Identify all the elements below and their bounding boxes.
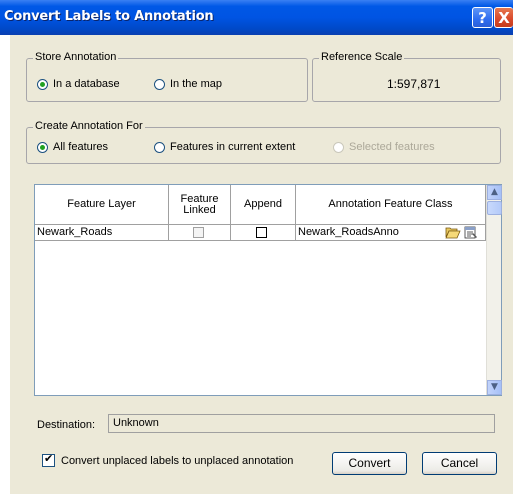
destination-label: Destination: [37, 419, 96, 431]
store-annotation-group: Store Annotation In a database In the ma… [26, 51, 308, 102]
radio-dot[interactable] [154, 141, 165, 153]
reference-scale-legend: Reference Scale [319, 51, 405, 63]
cancel-button[interactable]: Cancel [422, 452, 497, 475]
column-header-feature-layer[interactable]: Feature Layer [35, 185, 169, 225]
properties-icon[interactable] [464, 226, 478, 241]
radio-label: Selected features [349, 141, 435, 153]
title-bar[interactable]: Convert Labels to Annotation ? X [0, 0, 513, 35]
radio-label: In a database [53, 78, 120, 90]
destination-field: Unknown [108, 414, 495, 433]
layer-grid[interactable]: Feature Layer Feature Linked Append Anno… [34, 184, 502, 396]
reference-scale-group: Reference Scale 1:597,871 [312, 51, 501, 102]
create-annotation-for-legend: Create Annotation For [33, 120, 145, 132]
help-button[interactable]: ? [472, 7, 493, 28]
cell-annotation-feature-class[interactable]: Newark_RoadsAnno [296, 225, 486, 241]
radio-label: All features [53, 141, 109, 153]
radio-dot-checked[interactable] [37, 78, 48, 90]
radio-dot[interactable] [154, 78, 165, 90]
convert-unplaced-checkbox[interactable]: Convert unplaced labels to unplaced anno… [42, 452, 294, 467]
column-header-annotation-feature-class[interactable]: Annotation Feature Class [296, 185, 486, 225]
cell-feature-linked [169, 225, 231, 241]
convert-unplaced-label: Convert unplaced labels to unplaced anno… [61, 454, 294, 467]
column-header-append[interactable]: Append [231, 185, 296, 225]
radio-in-map[interactable]: In the map [154, 78, 222, 90]
close-button[interactable]: X [494, 7, 513, 28]
feature-linked-checkbox [193, 227, 204, 238]
checkbox-checked[interactable] [42, 452, 55, 467]
scroll-down-arrow-icon[interactable]: ▼ [487, 380, 502, 395]
radio-dot-disabled [333, 141, 344, 153]
scroll-thumb[interactable] [487, 201, 502, 215]
store-annotation-legend: Store Annotation [33, 51, 119, 63]
convert-button[interactable]: Convert [332, 452, 407, 475]
scroll-up-arrow-icon[interactable]: ▲ [487, 185, 502, 200]
column-header-feature-linked[interactable]: Feature Linked [169, 185, 231, 225]
window-title: Convert Labels to Annotation [4, 9, 214, 24]
radio-dot-checked[interactable] [37, 141, 48, 153]
dialog-body: Store Annotation In a database In the ma… [10, 35, 513, 494]
dialog-window: Convert Labels to Annotation ? X Store A… [0, 0, 513, 494]
radio-in-database[interactable]: In a database [37, 78, 120, 90]
cell-feature-layer[interactable]: Newark_Roads [35, 225, 169, 241]
radio-selected-features: Selected features [333, 141, 435, 153]
grid-vertical-scrollbar[interactable]: ▲ ▼ [486, 185, 502, 395]
radio-label: Features in current extent [170, 141, 296, 153]
radio-features-current-extent[interactable]: Features in current extent [154, 141, 295, 153]
annotation-feature-class-value: Newark_RoadsAnno [298, 226, 399, 238]
folder-open-icon[interactable] [445, 226, 461, 241]
cell-append[interactable] [231, 225, 296, 241]
radio-label: In the map [170, 78, 222, 90]
create-annotation-for-group: Create Annotation For All features Featu… [26, 120, 501, 164]
append-checkbox[interactable] [256, 227, 267, 238]
reference-scale-value: 1:597,871 [387, 77, 441, 91]
radio-all-features[interactable]: All features [37, 141, 108, 153]
